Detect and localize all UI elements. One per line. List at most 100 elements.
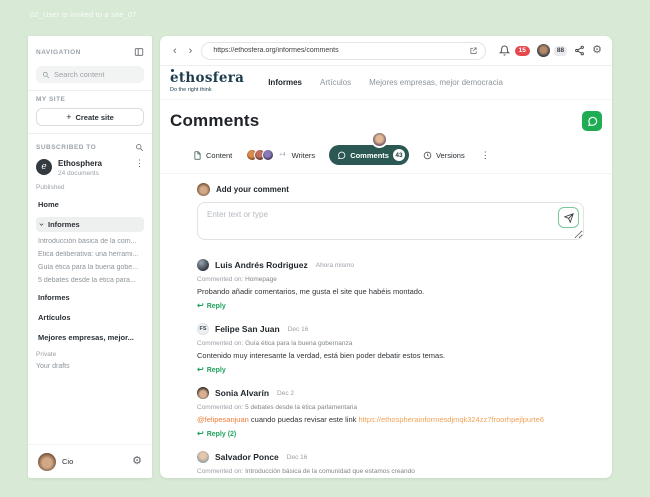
tab-articulos[interactable]: Artículos <box>320 78 351 87</box>
reply-button[interactable]: ↩ Reply <box>197 366 584 374</box>
sidebar-search[interactable] <box>36 66 144 83</box>
bell-icon[interactable] <box>499 45 510 56</box>
commented-on-label: Commented on: <box>197 468 243 475</box>
tab-content[interactable]: Content <box>193 151 232 160</box>
comment-time: Dec 16 <box>288 326 309 333</box>
browser-toolbar: ‹ › 15 88 ⚙ <box>160 36 612 66</box>
sidebar-item-your-drafts[interactable]: Your drafts <box>36 363 144 370</box>
comment-item: Sonia Alvarín Dec 2 Commented on: 5 deba… <box>197 387 584 438</box>
create-site-label: Create site <box>75 113 113 122</box>
search-icon <box>42 71 50 79</box>
sidebar-item-label: Informes <box>48 220 80 229</box>
logo-dot-icon <box>171 69 174 72</box>
sidebar-subitem[interactable]: 5 debates desde la ética para... <box>36 277 144 284</box>
site-doc-count: 24 documents <box>58 170 135 177</box>
reply-label: Reply <box>207 303 226 310</box>
chevron-down-icon <box>38 221 45 228</box>
reply-arrow-icon: ↩ <box>197 366 204 374</box>
comment-target: Homepage <box>245 276 277 283</box>
settings-gear-icon[interactable]: ⚙ <box>132 456 142 467</box>
tab-informes[interactable]: Informes <box>268 78 302 87</box>
comment-input[interactable] <box>197 202 584 240</box>
sidebar-item-home[interactable]: Home <box>36 198 144 211</box>
search-input[interactable] <box>54 70 138 79</box>
reply-button[interactable]: ↩ Reply <box>197 302 584 310</box>
tab-mejores-empresas[interactable]: Mejores empresas, mejor democracia <box>369 78 503 87</box>
share-icon[interactable] <box>574 45 585 56</box>
subscribed-site-row[interactable]: e Ethosphera 24 documents ⋮ <box>36 159 144 177</box>
site-menu-icon[interactable]: ⋮ <box>135 159 144 168</box>
toolbar-divider <box>160 173 612 174</box>
comment-body: Contenido muy interesante la verdad, est… <box>197 351 584 361</box>
sidebar-subitem[interactable]: Introducción básica de la com... <box>36 238 144 245</box>
commented-on-label: Commented on: <box>197 404 243 411</box>
address-bar[interactable] <box>201 42 486 60</box>
logo-text: ethosfera <box>170 72 244 86</box>
commenter-avatar-initials: FS <box>197 323 209 335</box>
collapse-sidebar-icon[interactable] <box>134 47 144 57</box>
account-avatar[interactable] <box>537 44 550 57</box>
reply-label: Reply <box>207 367 226 374</box>
open-chat-button[interactable] <box>582 111 602 131</box>
toolbar-overflow-icon[interactable]: ⋮ <box>481 150 490 161</box>
sidebar-item-articulos[interactable]: Artículos <box>36 311 144 324</box>
avatar-count-badge: 88 <box>554 46 567 56</box>
viewer-avatar <box>371 131 388 148</box>
comment-text: cuando puedas revisar este link <box>251 415 356 424</box>
comment-item: Salvador Ponce Dec 16 Commented on: Intr… <box>197 451 584 478</box>
browser-window: ‹ › 15 88 ⚙ ethosfera Do the right thin <box>160 36 612 478</box>
commenter-name: Felipe San Juan <box>215 324 280 334</box>
comment-time: Ahora mismo <box>316 262 354 269</box>
clock-icon <box>423 151 432 160</box>
site-nav: Informes Artículos Mejores empresas, mej… <box>268 78 503 87</box>
reply-arrow-icon: ↩ <box>197 430 204 438</box>
reply-button[interactable]: ↩ Reply (2) <box>197 430 584 438</box>
site-name: Ethosphera <box>58 159 135 168</box>
tab-versions[interactable]: Versions <box>423 151 465 160</box>
sidebar-item-informes-expanded[interactable]: Informes <box>36 217 144 232</box>
open-external-icon[interactable] <box>469 46 478 55</box>
writer-avatar <box>262 149 274 161</box>
tab-content-label: Content <box>206 151 232 160</box>
comment-url-link[interactable]: https://ethospherainformesdjmqk324zz7fro… <box>359 415 545 424</box>
tab-writers[interactable]: +4 Writers <box>246 149 315 161</box>
published-label: Published <box>36 184 144 191</box>
user-avatar[interactable] <box>38 453 56 471</box>
send-comment-button[interactable] <box>558 207 579 228</box>
tab-comments-active[interactable]: Comments 43 <box>329 145 409 165</box>
sidebar-item-informes[interactable]: Informes <box>36 291 144 304</box>
tab-versions-label: Versions <box>436 151 465 160</box>
commenter-avatar <box>197 387 209 399</box>
site-avatar: e <box>36 159 52 175</box>
writers-avatars <box>246 149 274 161</box>
watermark-text: 02_User is invited to a site_07 <box>30 10 137 19</box>
browser-settings-icon[interactable]: ⚙ <box>592 45 602 56</box>
mention-link[interactable]: @felipesanjuan <box>197 415 249 424</box>
sidebar-divider <box>28 133 152 134</box>
sidebar-subitem[interactable]: Guía ética para la buena gobe... <box>36 264 144 271</box>
comment-item: FS Felipe San Juan Dec 16 Commented on: … <box>197 323 584 374</box>
commenter-name: Luis Andrés Rodriguez <box>215 260 308 270</box>
private-label: Private <box>36 351 144 358</box>
site-logo[interactable]: ethosfera Do the right think <box>170 72 244 94</box>
composer-label: Add your comment <box>216 185 289 194</box>
comment-target: 5 debates desde la ética parlamentaria <box>245 404 357 411</box>
composer-avatar <box>197 183 210 196</box>
comments-count-badge: 43 <box>393 149 405 161</box>
sidebar-item-mejores-empresas[interactable]: Mejores empresas, mejor... <box>36 331 144 344</box>
comment-item: Luis Andrés Rodriguez Ahora mismo Commen… <box>197 259 584 310</box>
user-name: Cio <box>62 457 126 466</box>
subscribed-label: SUBSCRIBED TO <box>36 144 96 151</box>
search-subscriptions-icon[interactable] <box>135 143 144 152</box>
back-icon[interactable]: ‹ <box>170 45 180 57</box>
document-icon <box>193 151 202 160</box>
tab-comments-label: Comments <box>350 151 389 160</box>
url-input[interactable] <box>213 47 465 54</box>
site-header: ethosfera Do the right think Informes Ar… <box>160 66 612 100</box>
create-site-button[interactable]: + Create site <box>36 108 144 126</box>
forward-icon[interactable]: › <box>186 45 196 57</box>
writers-more-count: +4 <box>279 152 285 158</box>
comment-target: Guía ética para la buena gobernanza <box>245 340 352 347</box>
comment-composer: Add your comment <box>197 183 584 245</box>
sidebar-subitem[interactable]: Ética deliberativa: una herrami... <box>36 251 144 258</box>
